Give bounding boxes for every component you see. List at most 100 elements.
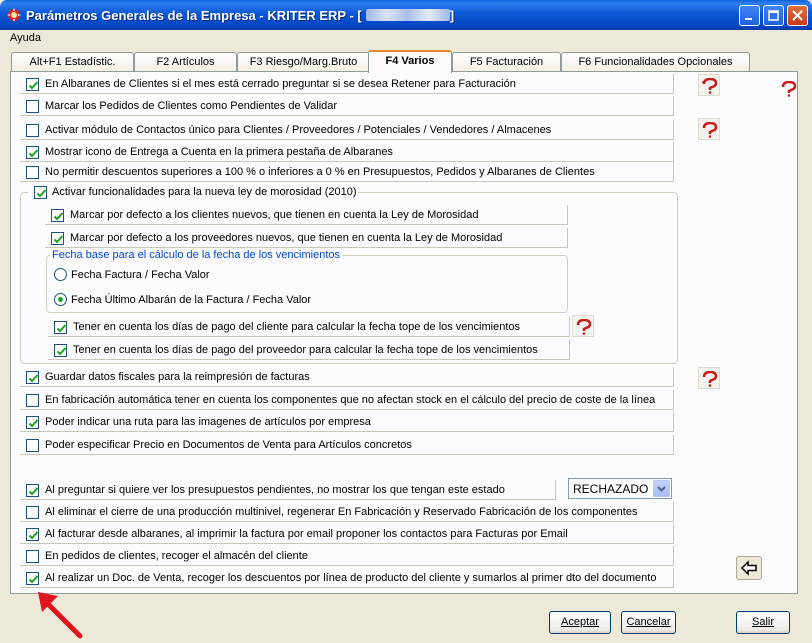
redacted-company-name <box>365 9 450 21</box>
checkbox[interactable] <box>26 484 39 497</box>
option-label: En pedidos de clientes, recoger el almac… <box>45 550 308 562</box>
option-facturas-email[interactable]: Al facturar desde albaranes, al imprimir… <box>20 524 674 544</box>
checkbox[interactable] <box>26 166 39 179</box>
option-entrega-cuenta[interactable]: Mostrar icono de Entrega a Cuenta en la … <box>20 142 674 162</box>
checkbox[interactable] <box>54 321 67 334</box>
option-label: Marcar por defecto a los clientes nuevos… <box>70 209 479 221</box>
checkmark-icon <box>28 149 39 158</box>
tab-funcionalidades[interactable]: F6 Funcionalidades Opcionales <box>561 52 750 72</box>
option-label: Mostrar icono de Entrega a Cuenta en la … <box>45 146 393 158</box>
option-cierre-produccion[interactable]: Al eliminar el cierre de una producción … <box>20 502 674 522</box>
help-icon <box>702 122 718 138</box>
option-dias-pago-cliente[interactable]: Tener en cuenta los días de pago del cli… <box>48 317 570 337</box>
option-label: Al preguntar si quiere ver los presupues… <box>45 484 505 496</box>
option-label: Al realizar un Doc. de Venta, recoger lo… <box>45 572 657 584</box>
cancel-button-label: Cancelar <box>626 616 671 628</box>
checkbox[interactable] <box>26 100 39 113</box>
exit-button[interactable]: Salir <box>736 611 790 634</box>
help-button[interactable] <box>572 315 594 337</box>
option-precio-documentos[interactable]: Poder especificar Precio en Documentos d… <box>20 435 674 455</box>
accept-button[interactable]: Aceptar <box>549 611 611 634</box>
checkbox[interactable] <box>26 394 39 407</box>
help-button[interactable] <box>698 74 720 96</box>
option-datos-fiscales[interactable]: Guardar datos fiscales para la reimpresi… <box>20 367 674 387</box>
tab-facturacion[interactable]: F5 Facturación <box>452 52 561 72</box>
checkbox[interactable] <box>51 209 64 222</box>
fecha-base-title: Fecha base para el cálculo de la fecha d… <box>50 249 343 261</box>
option-label: Al facturar desde albaranes, al imprimir… <box>45 528 568 540</box>
option-pedidos-pendientes[interactable]: Marcar los Pedidos de Clientes como Pend… <box>20 96 674 116</box>
minimize-button[interactable] <box>739 5 760 26</box>
checkbox[interactable] <box>26 146 39 159</box>
radio-label: Fecha Último Albarán de la Factura / Fec… <box>71 294 312 306</box>
checkmark-icon <box>28 419 39 428</box>
arrow-left-icon <box>740 560 757 576</box>
option-presupuestos-pendientes[interactable]: Al preguntar si quiere ver los presupues… <box>20 480 556 500</box>
tab-riesgo[interactable]: F3 Riesgo/Marg.Bruto <box>237 52 370 72</box>
option-label: Marcar por defecto a los proveedores nue… <box>70 232 503 244</box>
option-label: Tener en cuenta los días de pago del pro… <box>73 344 538 356</box>
radio-fecha-factura[interactable] <box>54 268 67 281</box>
checkbox[interactable] <box>26 550 39 563</box>
checkmark-icon <box>53 235 64 244</box>
option-label: En fabricación automática tener en cuent… <box>45 394 656 406</box>
checkbox[interactable] <box>26 371 39 384</box>
option-descuentos-linea[interactable]: Al realizar un Doc. de Venta, recoger lo… <box>20 568 674 588</box>
option-almacen-cliente[interactable]: En pedidos de clientes, recoger el almac… <box>20 546 674 566</box>
option-label: Activar módulo de Contactos único para C… <box>45 124 552 136</box>
option-retener-facturacion[interactable]: En Albaranes de Clientes si el mes está … <box>20 74 674 94</box>
checkmark-icon <box>56 347 67 356</box>
estado-select-value: RECHAZADO <box>573 482 649 496</box>
option-ruta-imagenes[interactable]: Poder indicar una ruta para las imagenes… <box>20 412 674 432</box>
tab-varios[interactable]: F4 Varios <box>368 50 452 73</box>
help-button[interactable] <box>698 367 720 389</box>
checkbox[interactable] <box>26 528 39 541</box>
checkmark-icon <box>28 487 39 496</box>
minimize-icon <box>745 18 752 20</box>
annotation-arrow-icon <box>38 592 83 639</box>
checkbox[interactable] <box>34 186 47 199</box>
option-label: Activar funcionalidades para la nueva le… <box>52 186 357 198</box>
radio-fecha-ultimo-albaran[interactable] <box>54 293 67 306</box>
menu-bar: Ayuda <box>4 30 808 48</box>
window-title: Parámetros Generales de la Empresa - KRI… <box>26 8 455 23</box>
checkmark-icon <box>28 81 39 90</box>
option-label: Marcar los Pedidos de Clientes como Pend… <box>45 100 338 112</box>
cancel-button[interactable]: Cancelar <box>621 611 676 634</box>
radio-selected-dot <box>58 297 63 302</box>
estado-select[interactable]: RECHAZADO <box>568 478 672 499</box>
option-morosidad-proveedores[interactable]: Marcar por defecto a los proveedores nue… <box>45 228 568 248</box>
option-label: En Albaranes de Clientes si el mes está … <box>45 78 516 90</box>
help-icon <box>576 319 592 335</box>
maximize-icon <box>768 10 779 21</box>
option-dias-pago-proveedor[interactable]: Tener en cuenta los días de pago del pro… <box>48 340 570 360</box>
app-icon <box>7 8 21 22</box>
help-icon <box>702 78 718 94</box>
checkbox[interactable] <box>26 439 39 452</box>
help-button[interactable] <box>778 78 800 100</box>
tab-estadistic[interactable]: Alt+F1 Estadístic. <box>11 52 134 72</box>
checkbox[interactable] <box>51 232 64 245</box>
help-button[interactable] <box>698 118 720 140</box>
option-label: Poder indicar una ruta para las imagenes… <box>45 416 371 428</box>
checkmark-icon <box>53 212 64 221</box>
checkbox[interactable] <box>26 416 39 429</box>
option-fabricacion-automatica[interactable]: En fabricación automática tener en cuent… <box>20 390 674 410</box>
checkbox[interactable] <box>54 344 67 357</box>
checkbox[interactable] <box>26 124 39 137</box>
checkbox[interactable] <box>26 506 39 519</box>
checkbox[interactable] <box>26 78 39 91</box>
option-label: Al eliminar el cierre de una producción … <box>45 506 638 518</box>
tab-articulos[interactable]: F2 Artículos <box>134 52 237 72</box>
maximize-button[interactable] <box>763 5 784 26</box>
back-arrow-button[interactable] <box>736 556 762 580</box>
option-morosidad[interactable]: Activar funcionalidades para la nueva le… <box>28 182 358 202</box>
menu-help[interactable]: Ayuda <box>10 32 41 44</box>
close-button[interactable] <box>787 5 808 26</box>
option-morosidad-clientes[interactable]: Marcar por defecto a los clientes nuevos… <box>45 205 568 225</box>
chevron-down-icon <box>657 486 666 492</box>
option-contactos-unico[interactable]: Activar módulo de Contactos único para C… <box>20 120 674 140</box>
checkmark-icon <box>56 324 67 333</box>
option-descuentos[interactable]: No permitir descuentos superiores a 100 … <box>20 162 674 182</box>
dropdown-button[interactable] <box>653 480 670 497</box>
